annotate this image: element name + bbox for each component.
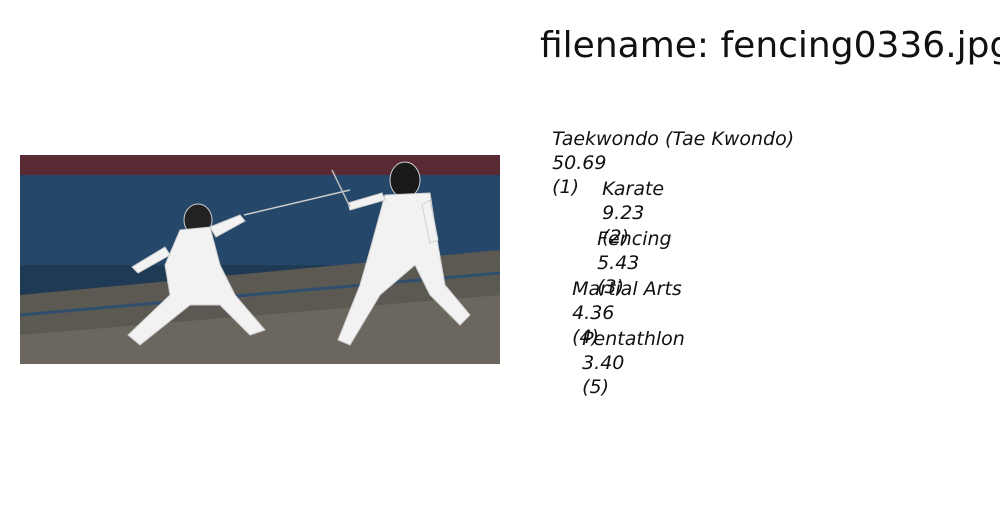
prediction-label: Fencing [597,228,672,250]
filename-title: filename: fencing0336.jpg [540,25,1000,66]
prediction-rank: (5) [582,376,610,398]
prediction-label: Taekwondo (Tae Kwondo) [552,128,795,150]
prediction-label: Karate [602,178,665,200]
prediction-score: 3.40 [582,352,625,374]
prediction-label: Martial Arts [572,278,682,300]
prediction-rank: (1) [552,176,580,198]
fencing-photo [20,155,500,364]
prediction-5: Pentathlon 3.40 (5) [570,303,685,399]
prediction-label: Pentathlon [582,328,685,350]
prediction-1: Taekwondo (Tae Kwondo) 50.69 (1) [540,103,794,199]
